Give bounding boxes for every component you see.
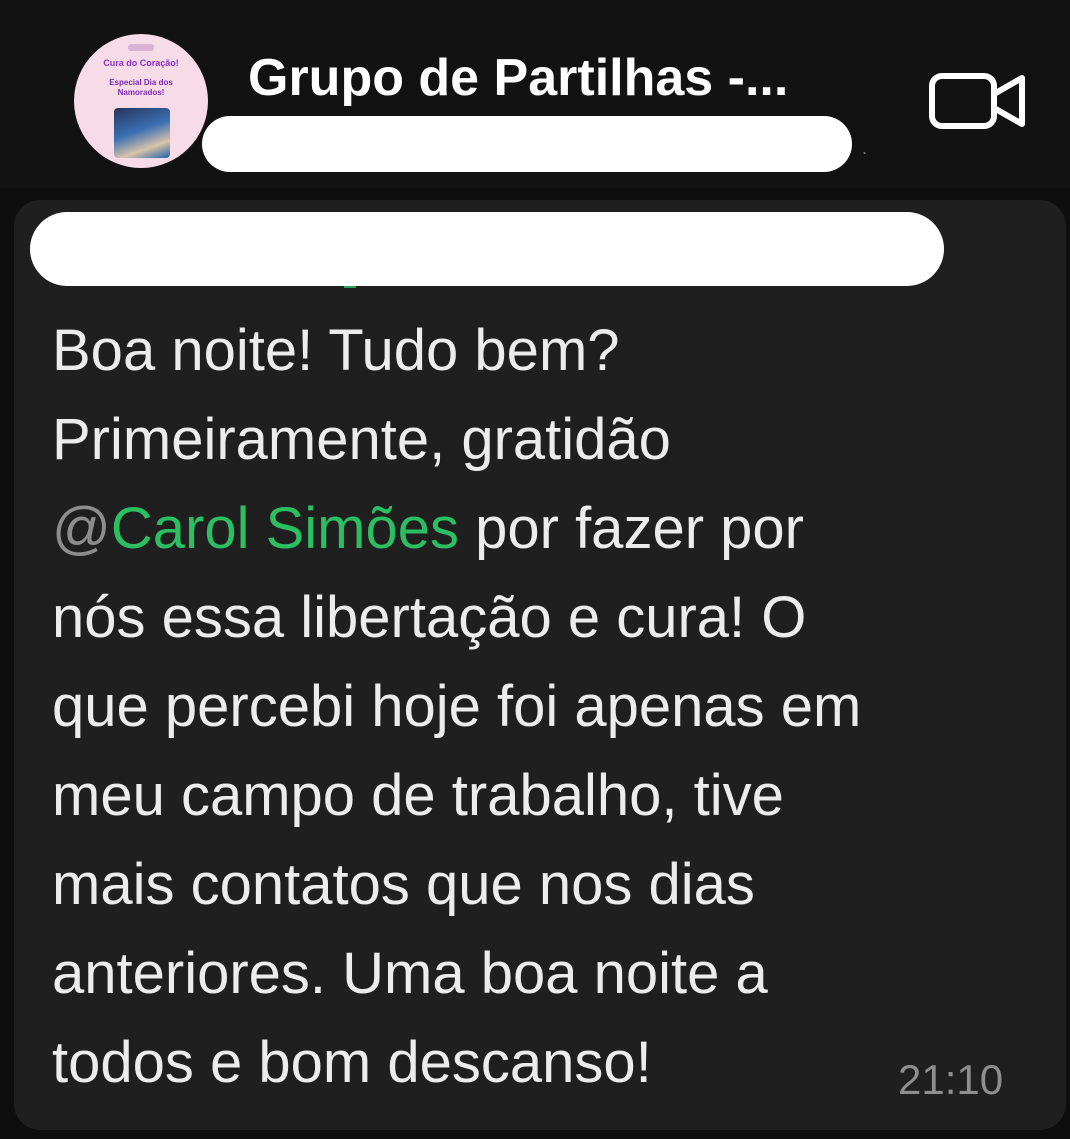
message-line: mais contatos que nos dias bbox=[52, 852, 755, 917]
message-line: Primeiramente, gratidão bbox=[52, 407, 671, 472]
chat-header: Cura do Coração! Especial Dia dos Namora… bbox=[0, 0, 1070, 188]
message-line: nós essa libertação e cura! O bbox=[52, 585, 807, 650]
avatar-subtitle: Especial Dia dos Namorados! bbox=[109, 78, 173, 97]
chat-title[interactable]: Grupo de Partilhas -... bbox=[248, 48, 868, 108]
subtitle-ellipsis: . bbox=[862, 138, 868, 158]
message-line: Boa noite! Tudo bem? bbox=[52, 318, 620, 383]
message-line: por fazer por bbox=[459, 496, 804, 561]
redacted-sender-name bbox=[30, 212, 944, 286]
message-line: que percebi hoje foi apenas em bbox=[52, 674, 862, 739]
redacted-participants bbox=[202, 116, 852, 172]
avatar-logo bbox=[128, 44, 154, 51]
mention-link[interactable]: Carol Simões bbox=[111, 496, 459, 561]
message-text: Boa noite! Tudo bem? Primeiramente, grat… bbox=[52, 306, 1052, 1107]
video-camera-icon[interactable] bbox=[928, 70, 1028, 132]
message-timestamp: 21:10 bbox=[898, 1056, 1004, 1103]
group-avatar[interactable]: Cura do Coração! Especial Dia dos Namora… bbox=[74, 34, 208, 168]
message-line: anteriores. Uma boa noite a bbox=[52, 941, 768, 1006]
avatar-title: Cura do Coração! bbox=[103, 58, 179, 68]
mention-at-symbol: @ bbox=[52, 496, 111, 561]
avatar-photo bbox=[114, 108, 170, 158]
message-line: meu campo de trabalho, tive bbox=[52, 763, 784, 828]
message-line: todos e bom descanso! bbox=[52, 1030, 652, 1095]
